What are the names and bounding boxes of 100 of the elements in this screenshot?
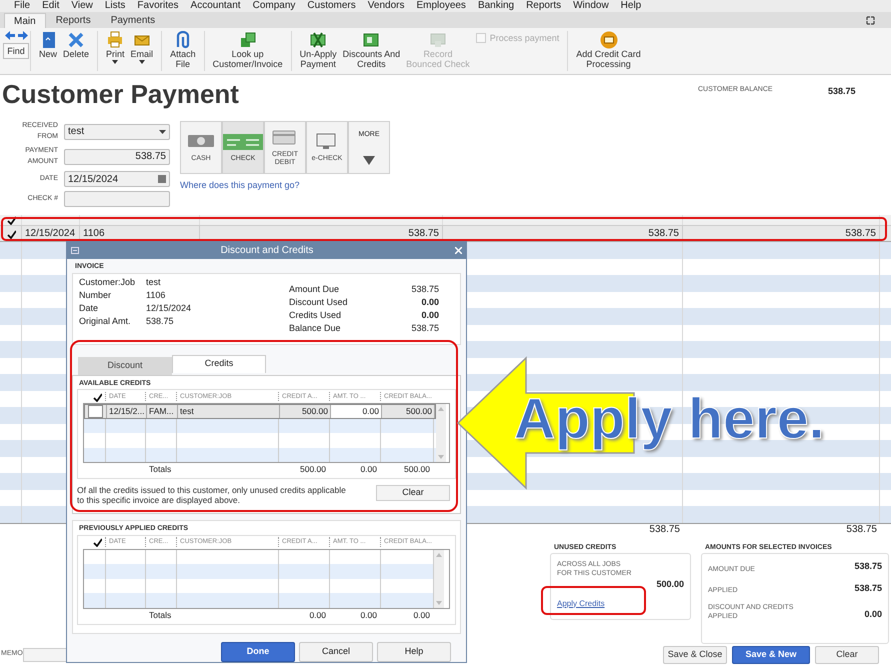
total-amount: 0.00 — [359, 463, 378, 475]
help-link[interactable]: Where does this payment go? — [180, 179, 390, 192]
menu-item[interactable]: View — [71, 1, 93, 11]
checkmark-icon — [92, 392, 102, 402]
toolbar-button[interactable]: Un-Apply Payment — [300, 31, 337, 69]
scrollbar-drawing — [436, 404, 446, 462]
amount-value: 0.00 — [864, 608, 882, 620]
down-triangle-icon — [363, 156, 375, 166]
ribbon-tab[interactable]: Payments — [100, 13, 166, 28]
menu-item[interactable]: Favorites — [137, 1, 179, 11]
clear-button[interactable]: Clear — [376, 485, 450, 501]
totals-label: Totals — [148, 463, 172, 475]
menu-item[interactable]: Accountant — [190, 1, 241, 11]
toolbar-button[interactable]: Email — [130, 31, 154, 64]
action-button[interactable]: Save & New — [732, 646, 810, 664]
menu-item[interactable]: Banking — [478, 1, 514, 11]
total-amount: 0.00 — [412, 608, 431, 620]
check-icon — [222, 132, 264, 152]
toolbar-button[interactable]: Discounts And Credits — [342, 31, 400, 69]
table-cell: 0.00 — [331, 405, 382, 418]
credit-checkbox[interactable] — [88, 404, 103, 418]
forward-arrow-icon — [18, 31, 28, 40]
back-arrow-icon — [4, 31, 14, 40]
total-amount: 500.00 — [403, 463, 431, 475]
dropdown-caret-icon — [159, 130, 166, 134]
printer-icon — [106, 31, 124, 49]
field-label: Date — [79, 302, 100, 314]
menu-item[interactable]: Help — [620, 1, 642, 11]
field-label: Credits Used — [289, 308, 342, 322]
scrollbar-drawing — [434, 550, 444, 608]
card-circle-icon — [600, 31, 618, 49]
caret-icon — [112, 60, 118, 64]
apply-credits-link[interactable]: Apply Credits — [557, 598, 605, 610]
total-amount: 0.00 — [308, 608, 327, 620]
dialog-button[interactable]: Cancel — [299, 642, 373, 662]
total-amount: 500.00 — [299, 463, 327, 475]
unused-credits-value: 500.00 — [655, 578, 684, 591]
field-label: Number — [79, 288, 112, 302]
dialog-tab[interactable]: Discount — [78, 356, 172, 374]
total-amount: 0.00 — [359, 608, 378, 620]
menu-item[interactable]: Edit — [42, 1, 60, 11]
bill-icon — [362, 31, 380, 49]
note-text: Of all the credits issued to this customer, only unused credits applicable to this specific invoice are displayed above. — [77, 485, 347, 505]
page-title: Customer Payment — [2, 79, 240, 109]
totals-label: Totals — [148, 608, 172, 620]
table-cell: 500.00 — [382, 405, 435, 418]
table-cell: FAM... — [147, 405, 178, 418]
find-button[interactable]: Find — [3, 43, 29, 59]
credit-row[interactable]: 12/15/2... FAM... test 500.00 0.00 500.00 — [84, 404, 436, 418]
amount-value: 538.75 — [854, 560, 882, 573]
total-amount: 538.75 — [648, 524, 681, 534]
menu-item[interactable]: Window — [573, 1, 609, 11]
toolbar-button[interactable]: Delete — [63, 31, 90, 59]
dialog-tab[interactable]: Credits — [172, 354, 266, 372]
x-bill-icon — [309, 31, 328, 49]
menu-item[interactable]: Lists — [104, 1, 126, 11]
table-cell: 538.75 — [683, 226, 880, 241]
dropdown-field[interactable]: test — [64, 124, 170, 140]
table-cell: 12/15/2... — [107, 405, 147, 418]
window-menu-icon — [71, 247, 79, 254]
ribbon-tab[interactable]: Main — [4, 13, 46, 28]
action-button[interactable]: Save & Close — [663, 646, 727, 664]
menu-item[interactable]: File — [14, 1, 30, 11]
text-field[interactable] — [64, 191, 170, 207]
amount-field[interactable]: 538.75 — [64, 148, 170, 164]
field-value: 1106 — [146, 288, 166, 302]
field-value: 0.00 — [421, 308, 439, 322]
action-button[interactable]: Clear — [815, 646, 879, 664]
menu-item[interactable]: Company — [252, 1, 296, 11]
caret-icon — [138, 60, 145, 64]
faded-bill-icon — [428, 31, 447, 49]
checkmark-icon — [92, 537, 102, 547]
dialog-button[interactable]: Help — [377, 642, 451, 662]
stacked-squares-icon — [238, 31, 257, 49]
calendar-icon — [158, 175, 166, 183]
date-field[interactable]: 12/15/2024 — [64, 171, 170, 187]
invoice-checkbox[interactable] — [5, 228, 16, 239]
dialog-button[interactable]: Done — [221, 642, 295, 662]
ribbon-tab[interactable]: Reports — [46, 13, 101, 28]
field-value: 538.75 — [411, 322, 439, 334]
menu-item[interactable]: Customers — [307, 1, 356, 11]
menu-item[interactable]: Vendors — [368, 1, 404, 11]
x-icon — [67, 31, 86, 49]
toolbar-button[interactable]: Print — [106, 31, 125, 64]
dialog-title: Discount and Credits — [220, 244, 314, 258]
field-value: test — [146, 276, 161, 288]
customer-balance-value: 538.75 — [828, 85, 856, 98]
field-value: 538.75 — [411, 282, 439, 296]
menu-item[interactable]: Employees — [416, 1, 466, 11]
toolbar-button[interactable]: Add Credit Card Processing — [576, 31, 641, 69]
field-label: Discount Used — [289, 296, 348, 308]
table-cell: test — [178, 405, 280, 418]
close-icon — [455, 247, 462, 254]
field-value: 538.75 — [146, 314, 174, 328]
field-value: 0.00 — [421, 296, 439, 308]
toolbar-button[interactable]: Look up Customer/Invoice — [212, 31, 283, 69]
toolbar-button[interactable]: Attach File — [170, 31, 196, 69]
menu-item[interactable]: Reports — [526, 1, 562, 11]
expand-icon — [866, 16, 875, 25]
toolbar-button[interactable]: New — [39, 31, 58, 59]
